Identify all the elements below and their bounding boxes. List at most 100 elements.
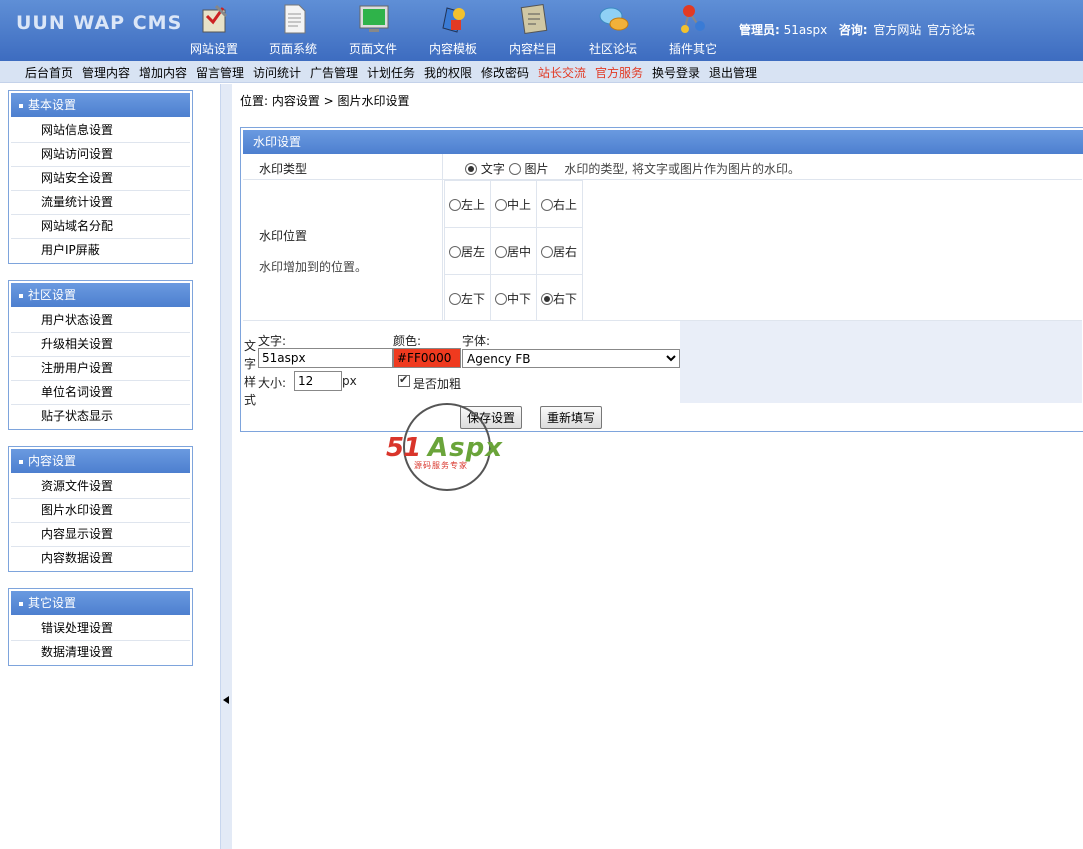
sidebar-group-header[interactable]: 其它设置: [11, 591, 190, 615]
admin-label: 管理员:: [739, 23, 780, 37]
position-cell[interactable]: 居中: [490, 227, 537, 275]
topnav-forum[interactable]: 社区论坛: [573, 0, 653, 61]
submenu-manage-content[interactable]: 管理内容: [82, 64, 130, 81]
position-label: 中上: [507, 197, 532, 212]
sidebar-item[interactable]: 内容显示设置: [11, 523, 190, 547]
position-cell[interactable]: 右上: [536, 180, 583, 228]
sidebar-group-header[interactable]: 社区设置: [11, 283, 190, 307]
sidebar-item[interactable]: 注册用户设置: [11, 357, 190, 381]
topnav-page-file[interactable]: 页面文件: [333, 0, 413, 61]
sidebar-group-title: 社区设置: [28, 288, 77, 302]
type-image-radio[interactable]: [508, 163, 521, 175]
bold-checkbox[interactable]: [398, 373, 410, 387]
text-style-row: 文 字 样 式 文字: 颜色: 字体: Agency FB 大小: px 是否加…: [243, 321, 1082, 407]
sidebar-splitter[interactable]: [220, 84, 232, 849]
position-label: 居中: [507, 244, 532, 259]
sidebar-item[interactable]: 用户状态设置: [11, 309, 190, 333]
submenu-ads[interactable]: 广告管理: [310, 64, 358, 81]
submenu-messages[interactable]: 留言管理: [196, 64, 244, 81]
sidebar-group-other: 其它设置 错误处理设置 数据清理设置: [8, 588, 193, 666]
position-cell[interactable]: 居右: [536, 227, 583, 275]
sidebar-item[interactable]: 用户IP屏蔽: [11, 239, 190, 263]
topnav-content-column[interactable]: 内容栏目: [493, 0, 573, 61]
position-grid: 左上 中上 右上 居左 居中 居右 左下 中下 右下: [444, 180, 583, 322]
topnav-content-template[interactable]: 内容模板: [413, 0, 493, 61]
watermark-color-input[interactable]: [393, 348, 461, 368]
sidebar-item[interactable]: 资源文件设置: [11, 475, 190, 499]
sidebar-item[interactable]: 网站域名分配: [11, 215, 190, 239]
submenu-switch-login[interactable]: 换号登录: [652, 64, 700, 81]
sidebar-item[interactable]: 升级相关设置: [11, 333, 190, 357]
position-radio[interactable]: [495, 292, 507, 305]
official-forum-link[interactable]: 官方论坛: [927, 23, 975, 37]
position-radio[interactable]: [449, 292, 461, 305]
position-cell[interactable]: 中上: [490, 180, 537, 228]
position-radio[interactable]: [495, 245, 507, 258]
sidebar-item[interactable]: 数据清理设置: [11, 641, 190, 665]
topnav-label: 内容栏目: [508, 42, 557, 56]
position-radio[interactable]: [495, 198, 507, 211]
submenu-webmaster[interactable]: 站长交流: [538, 64, 586, 81]
sidebar-group-header[interactable]: 基本设置: [11, 93, 190, 117]
watermark-type-row: 水印类型 文字 图片 水印的类型, 将文字或图片作为图片的水印。: [243, 154, 1082, 180]
bullet-icon: [19, 103, 23, 108]
sidebar-item[interactable]: 单位名词设置: [11, 381, 190, 405]
type-hint: 水印的类型, 将文字或图片作为图片的水印。: [564, 162, 800, 176]
sidebar-item[interactable]: 贴子状态显示: [11, 405, 190, 429]
sidebar-item[interactable]: 图片水印设置: [11, 499, 190, 523]
watermark-type-options: 文字 图片 水印的类型, 将文字或图片作为图片的水印。: [465, 160, 800, 177]
position-label: 居右: [553, 244, 578, 259]
top-header: UUN WAP CMS 网站设置 页面系统 页面文件 内容模板 内容栏目 社区论…: [0, 0, 1083, 61]
submenu-add-content[interactable]: 增加内容: [139, 64, 187, 81]
submenu-home[interactable]: 后台首页: [25, 64, 73, 81]
submenu-service[interactable]: 官方服务: [595, 64, 643, 81]
sidebar-group-title: 内容设置: [28, 454, 77, 468]
position-label: 右上: [553, 197, 578, 212]
topnav-plugin[interactable]: 插件其它: [653, 0, 733, 61]
topnav-page-system[interactable]: 页面系统: [253, 0, 333, 61]
position-label: 右下: [553, 291, 578, 306]
sidebar-item[interactable]: 网站访问设置: [11, 143, 190, 167]
submenu-logout[interactable]: 退出管理: [709, 64, 757, 81]
content-template-icon: [442, 7, 465, 33]
consult-label: 咨询:: [838, 23, 868, 37]
page-system-icon: [284, 4, 306, 34]
position-label: 中下: [507, 291, 532, 306]
reset-button[interactable]: 重新填写: [540, 406, 603, 429]
topnav-website-settings[interactable]: 网站设置: [174, 0, 254, 61]
submenu-stats[interactable]: 访问统计: [253, 64, 301, 81]
position-cell[interactable]: 中下: [490, 274, 537, 322]
font-select[interactable]: Agency FB: [462, 349, 680, 368]
position-cell[interactable]: 居左: [444, 227, 491, 275]
official-site-link[interactable]: 官方网站: [873, 23, 921, 37]
position-radio[interactable]: [541, 198, 553, 211]
topnav-label: 社区论坛: [588, 42, 637, 56]
sidebar-item[interactable]: 错误处理设置: [11, 617, 190, 641]
position-radio-selected[interactable]: [541, 292, 553, 305]
position-radio[interactable]: [449, 245, 461, 258]
app-logo: UUN WAP CMS: [16, 12, 183, 34]
sidebar-group-header[interactable]: 内容设置: [11, 449, 190, 473]
watermark-position-label: 水印位置: [259, 229, 308, 243]
sidebar-item[interactable]: 流量统计设置: [11, 191, 190, 215]
position-radio[interactable]: [449, 198, 461, 211]
position-cell[interactable]: 右下: [536, 274, 583, 322]
type-text-radio[interactable]: [465, 163, 477, 175]
size-label: 大小:: [258, 376, 287, 390]
collapse-arrow-icon[interactable]: [223, 696, 229, 704]
position-label: 左上: [461, 197, 486, 212]
watermark-type-cell: 水印类型: [243, 154, 443, 179]
font-size-input[interactable]: [294, 371, 342, 391]
position-radio[interactable]: [541, 245, 553, 258]
submenu-tasks[interactable]: 计划任务: [367, 64, 415, 81]
sidebar-item[interactable]: 网站信息设置: [11, 119, 190, 143]
sidebar-item[interactable]: 内容数据设置: [11, 547, 190, 571]
sidebar-group-title: 基本设置: [28, 98, 77, 112]
watermark-text-input[interactable]: [258, 348, 393, 368]
sidebar-item[interactable]: 网站安全设置: [11, 167, 190, 191]
submenu-password[interactable]: 修改密码: [481, 64, 529, 81]
page-file-icon: [359, 5, 389, 32]
position-cell[interactable]: 左上: [444, 180, 491, 228]
submenu-permissions[interactable]: 我的权限: [424, 64, 472, 81]
position-cell[interactable]: 左下: [444, 274, 491, 322]
